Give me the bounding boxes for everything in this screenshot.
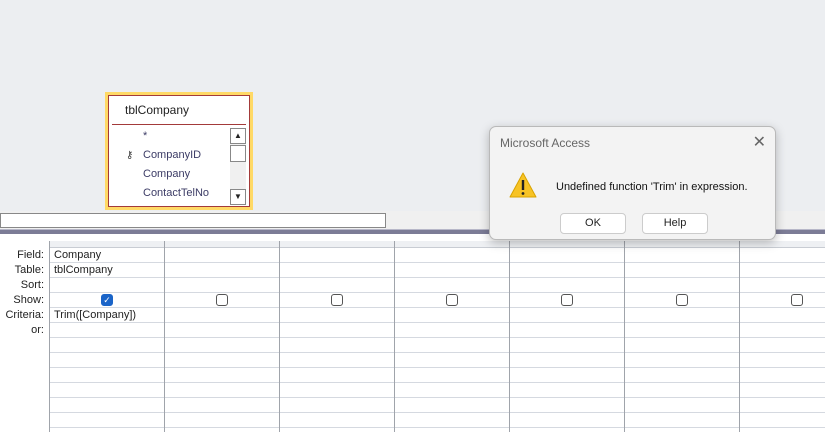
scroll-up-icon[interactable]: ▲	[230, 128, 246, 144]
table-field-list[interactable]: tblCompany * ⚷ CompanyID Company ContactTelN…	[105, 92, 253, 210]
column-selector[interactable]	[165, 241, 279, 248]
close-icon[interactable]: ✕	[753, 132, 766, 152]
field-name: *	[143, 130, 148, 142]
row-label: Show:	[13, 294, 44, 306]
field-cell[interactable]: Company	[54, 249, 101, 261]
row-label: Table:	[14, 264, 44, 276]
primary-key-icon: ⚷	[126, 150, 134, 161]
grid-column[interactable]	[164, 241, 279, 432]
field-list-item[interactable]: *	[109, 127, 229, 146]
field-name: ContactEMail	[143, 206, 208, 207]
column-selector[interactable]	[280, 241, 394, 248]
grid-column[interactable]	[739, 241, 825, 432]
grid-column[interactable]	[394, 241, 509, 432]
dialog-message: Undefined function 'Trim' in expression.	[556, 181, 748, 193]
field-name: Company	[143, 168, 191, 180]
help-button[interactable]: Help	[642, 213, 708, 234]
field-name: ContactTelNo	[143, 187, 210, 199]
show-checkbox[interactable]	[676, 294, 688, 306]
scroll-down-icon[interactable]: ▼	[230, 189, 246, 205]
row-label: Sort:	[20, 279, 44, 291]
show-checkbox[interactable]	[331, 294, 343, 306]
column-selector[interactable]	[625, 241, 739, 248]
grid-column[interactable]	[279, 241, 394, 432]
field-name: CompanyID	[143, 149, 202, 161]
show-checkbox[interactable]: ✓	[101, 294, 113, 306]
row-label: Criteria:	[5, 309, 44, 321]
field-list-item[interactable]: ⚷ CompanyID	[109, 146, 229, 165]
field-list-item[interactable]: ContactTelNo	[109, 184, 229, 203]
warning-icon	[509, 172, 537, 198]
scroll-thumb[interactable]	[230, 145, 246, 162]
table-title[interactable]: tblCompany	[112, 96, 246, 125]
ok-button[interactable]: OK	[560, 213, 626, 234]
row-label: or:	[31, 324, 44, 336]
criteria-cell[interactable]: Trim([Company])	[54, 309, 136, 321]
scroll-thumb[interactable]	[0, 213, 386, 228]
show-checkbox[interactable]	[561, 294, 573, 306]
grid-column[interactable]	[624, 241, 739, 432]
column-selector[interactable]	[395, 241, 509, 248]
column-selector[interactable]	[740, 241, 825, 248]
grid-column[interactable]	[509, 241, 624, 432]
column-selector[interactable]	[50, 241, 164, 248]
show-checkbox[interactable]	[791, 294, 803, 306]
show-checkbox[interactable]	[216, 294, 228, 306]
error-dialog: Microsoft Access ✕ Undefined function 'T…	[489, 126, 776, 240]
grid-column[interactable]: Company tblCompany Trim([Company]) ✓	[49, 241, 164, 432]
field-list-item[interactable]: ContactEMail	[109, 203, 229, 207]
table-cell[interactable]: tblCompany	[54, 264, 113, 276]
field-list-item[interactable]: Company	[109, 165, 229, 184]
show-checkbox[interactable]	[446, 294, 458, 306]
field-list-scrollbar[interactable]: ▲ ▼	[230, 128, 246, 205]
query-design-grid: Field: Table: Sort: Show: Criteria: or: Compan…	[0, 234, 825, 432]
row-label: Field:	[17, 249, 44, 261]
column-selector[interactable]	[510, 241, 624, 248]
dialog-title: Microsoft Access	[500, 136, 591, 150]
